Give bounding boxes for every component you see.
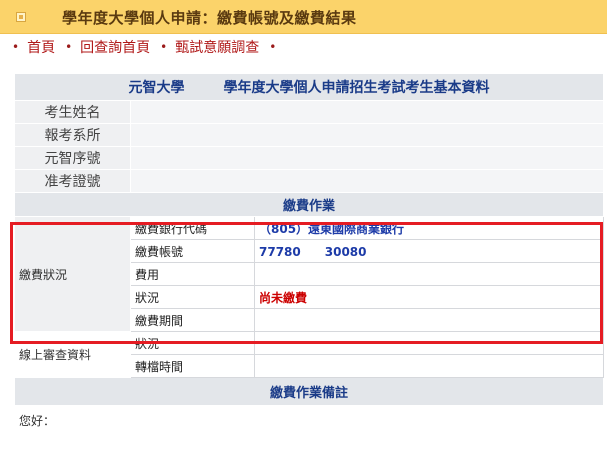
nav-link-survey[interactable]: 甄試意願調查: [175, 37, 259, 57]
bullet-icon: •: [12, 40, 20, 54]
applicant-info-panel: 元智大學 學年度大學個人申請招生考試考生基本資料 考生姓名 報考系所 元智序號 …: [14, 73, 604, 450]
row-value-name: [130, 100, 604, 124]
review-status-label: 狀況: [130, 331, 255, 355]
table-title: 元智大學 學年度大學個人申請招生考試考生基本資料: [14, 73, 604, 101]
payment-section-header: 繳費作業: [14, 192, 604, 217]
bullet-icon: •: [160, 40, 168, 54]
row-label-admission: 准考證號: [14, 169, 131, 193]
table-row: 線上審查資料 狀況: [14, 331, 604, 378]
review-status-value: [254, 331, 604, 355]
title-bar: 學年度大學個人申請：繳費帳號及繳費結果: [0, 0, 607, 34]
fee-value: [254, 262, 604, 286]
page-icon: [16, 12, 26, 22]
row-label-serial: 元智序號: [14, 146, 131, 170]
account-value: 77780 30080: [254, 239, 604, 263]
table-title-text: 學年度大學個人申請招生考試考生基本資料: [223, 80, 490, 96]
payment-status-label: 繳費狀況: [14, 216, 131, 332]
account-label: 繳費帳號: [130, 239, 255, 263]
row-label-name: 考生姓名: [14, 100, 131, 124]
payment-period-value: [254, 308, 604, 332]
transfer-time-value: [254, 354, 604, 378]
table-row: 准考證號: [14, 169, 604, 193]
nav-link-query-home[interactable]: 回查詢首頁: [80, 37, 150, 57]
bullet-icon: •: [269, 40, 277, 54]
payment-period-label: 繳費期間: [130, 308, 255, 332]
status-value: 尚未繳費: [254, 285, 604, 309]
row-value-dept: [130, 123, 604, 147]
applicant-info-table: 元智大學 學年度大學個人申請招生考試考生基本資料 考生姓名 報考系所 元智序號 …: [14, 73, 604, 450]
page-title: 學年度大學個人申請：繳費帳號及繳費結果: [62, 9, 357, 27]
row-value-admission: [130, 169, 604, 193]
nav-link-home[interactable]: 首頁: [27, 37, 55, 57]
table-row: 元智序號: [14, 146, 604, 170]
table-row: 考生姓名: [14, 100, 604, 124]
school-name: 元智大學: [128, 80, 185, 96]
bank-code-label: 繳費銀行代碼: [130, 216, 255, 240]
online-review-label: 線上審查資料: [14, 331, 131, 378]
table-row: 報考系所: [14, 123, 604, 147]
row-label-dept: 報考系所: [14, 123, 131, 147]
bank-code-value: （805）遠東國際商業銀行: [254, 216, 604, 240]
status-label: 狀況: [130, 285, 255, 309]
bullet-icon: •: [65, 40, 73, 54]
notes-section-header: 繳費作業備註: [14, 377, 604, 406]
table-row: 繳費狀況 繳費銀行代碼 （805）遠東國際商業銀行: [14, 216, 604, 332]
breadcrumb-nav: • 首頁 • 回查詢首頁 • 甄試意願調查 •: [12, 37, 276, 57]
fee-label: 費用: [130, 262, 255, 286]
transfer-time-label: 轉檔時間: [130, 354, 255, 378]
row-value-serial: [130, 146, 604, 170]
notes-greeting: 您好：: [14, 405, 604, 450]
